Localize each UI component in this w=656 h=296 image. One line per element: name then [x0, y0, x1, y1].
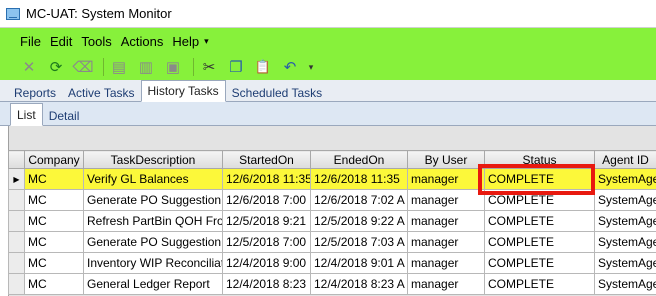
eraser-icon[interactable]: ⌫ [72, 56, 94, 78]
row-indicator-header [8, 150, 25, 169]
cell-by-user[interactable]: manager [407, 273, 485, 295]
delete-icon[interactable]: ✕ [18, 56, 40, 78]
cell-status[interactable]: COMPLETE [484, 231, 595, 253]
refresh-icon[interactable]: ⟳ [45, 56, 67, 78]
toolbar-separator [193, 58, 194, 76]
cell-agent-id[interactable]: SystemAgent [594, 210, 656, 232]
undo-dropdown-icon[interactable]: ▾ [306, 56, 316, 78]
menu-bar: File Edit Tools Actions Help ▾ [0, 28, 218, 54]
print-icon[interactable]: ▤ [108, 56, 130, 78]
print-preview-icon[interactable]: ▥ [135, 56, 157, 78]
cell-by-user[interactable]: manager [407, 252, 485, 274]
table-row[interactable]: MC Generate PO Suggestion 12/5/2018 7:00… [8, 231, 656, 253]
subtab-detail[interactable]: Detail [43, 106, 86, 126]
cell-startedon[interactable]: 12/4/2018 8:23 [222, 273, 311, 295]
tab-scheduled-tasks[interactable]: Scheduled Tasks [226, 83, 329, 102]
column-header-endedon[interactable]: EndedOn [310, 150, 408, 169]
cell-company[interactable]: MC [24, 189, 84, 211]
title-bar: MC-UAT: System Monitor [0, 0, 656, 28]
cell-by-user[interactable]: manager [407, 210, 485, 232]
cell-taskdescription[interactable]: Inventory WIP Reconciliati [83, 252, 223, 274]
column-header-by-user[interactable]: By User [407, 150, 485, 169]
cell-company[interactable]: MC [24, 273, 84, 295]
current-row-indicator-icon[interactable]: ▶ [8, 168, 25, 190]
cell-status[interactable]: COMPLETE [484, 273, 595, 295]
undo-icon[interactable]: ↶ [279, 56, 301, 78]
cell-taskdescription[interactable]: Generate PO Suggestion [83, 189, 223, 211]
cell-startedon[interactable]: 12/6/2018 7:00 [222, 189, 311, 211]
cell-company[interactable]: MC [24, 168, 84, 190]
cell-agent-id[interactable]: SystemAgent [594, 189, 656, 211]
cell-taskdescription[interactable]: General Ledger Report [83, 273, 223, 295]
cell-company[interactable]: MC [24, 231, 84, 253]
cell-status[interactable]: COMPLETE [484, 252, 595, 274]
menu-tools[interactable]: Tools [81, 34, 111, 49]
cell-by-user[interactable]: manager [407, 168, 485, 190]
column-header-startedon[interactable]: StartedOn [222, 150, 311, 169]
cell-agent-id[interactable]: SystemAgent [594, 168, 656, 190]
tab-reports[interactable]: Reports [8, 83, 62, 102]
row-indicator[interactable] [8, 189, 25, 211]
sub-tab-bar: List Detail [0, 102, 656, 126]
cell-endedon[interactable]: 12/4/2018 9:01 A [310, 252, 408, 274]
cell-endedon[interactable]: 12/5/2018 9:22 A [310, 210, 408, 232]
menu-overflow-chevron-icon[interactable]: ▾ [204, 36, 209, 47]
tab-active-tasks[interactable]: Active Tasks [62, 83, 140, 102]
cell-startedon[interactable]: 12/5/2018 9:21 [222, 210, 311, 232]
row-indicator[interactable] [8, 273, 25, 295]
row-indicator[interactable] [8, 231, 25, 253]
menu-actions[interactable]: Actions [121, 34, 164, 49]
copy-icon[interactable]: ❐ [225, 56, 247, 78]
row-indicator[interactable] [8, 252, 25, 274]
cell-taskdescription[interactable]: Verify GL Balances [83, 168, 223, 190]
cell-status[interactable]: COMPLETE [484, 210, 595, 232]
cell-taskdescription[interactable]: Generate PO Suggestion [83, 231, 223, 253]
tab-history-tasks[interactable]: History Tasks [140, 80, 226, 102]
cell-company[interactable]: MC [24, 210, 84, 232]
toolbar-separator [103, 58, 104, 76]
window-title: MC-UAT: System Monitor [26, 6, 172, 21]
cell-startedon[interactable]: 12/5/2018 7:00 [222, 231, 311, 253]
cut-icon[interactable]: ✂ [198, 56, 220, 78]
menu-help[interactable]: Help [172, 34, 199, 49]
row-indicator[interactable] [8, 210, 25, 232]
paste-icon[interactable]: 📋 [252, 56, 274, 78]
menu-edit[interactable]: Edit [50, 34, 72, 49]
cell-endedon[interactable]: 12/5/2018 7:03 A [310, 231, 408, 253]
cell-taskdescription[interactable]: Refresh PartBin QOH Fro [83, 210, 223, 232]
cell-agent-id[interactable]: SystemAgent [594, 252, 656, 274]
toolbar: ✕ ⟳ ⌫ ▤ ▥ ▣ ✂ ❐ 📋 ↶ ▾ [0, 54, 320, 80]
cell-agent-id[interactable]: SystemAgent [594, 273, 656, 295]
column-header-agent-id[interactable]: Agent ID [594, 150, 656, 169]
cell-by-user[interactable]: manager [407, 189, 485, 211]
app-window-icon [6, 7, 20, 20]
subtab-list[interactable]: List [10, 103, 43, 126]
table-row[interactable]: MC Inventory WIP Reconciliati 12/4/2018 … [8, 252, 656, 274]
cell-startedon[interactable]: 12/6/2018 11:35 [222, 168, 311, 190]
cell-by-user[interactable]: manager [407, 231, 485, 253]
menu-file[interactable]: File [20, 34, 41, 49]
table-row[interactable]: MC Refresh PartBin QOH Fro 12/5/2018 9:2… [8, 210, 656, 232]
save-icon[interactable]: ▣ [162, 56, 184, 78]
column-header-company[interactable]: Company [24, 150, 84, 169]
cell-company[interactable]: MC [24, 252, 84, 274]
status-highlight-annotation [478, 164, 595, 195]
column-header-taskdescription[interactable]: TaskDescription [83, 150, 223, 169]
cell-endedon[interactable]: 12/6/2018 11:35 [310, 168, 408, 190]
cell-endedon[interactable]: 12/6/2018 7:02 A [310, 189, 408, 211]
table-row[interactable]: MC General Ledger Report 12/4/2018 8:23 … [8, 273, 656, 295]
cell-startedon[interactable]: 12/4/2018 9:00 [222, 252, 311, 274]
main-tab-bar: Reports Active Tasks History Tasks Sched… [0, 80, 656, 102]
cell-endedon[interactable]: 12/4/2018 8:23 A [310, 273, 408, 295]
cell-agent-id[interactable]: SystemAgent [594, 231, 656, 253]
